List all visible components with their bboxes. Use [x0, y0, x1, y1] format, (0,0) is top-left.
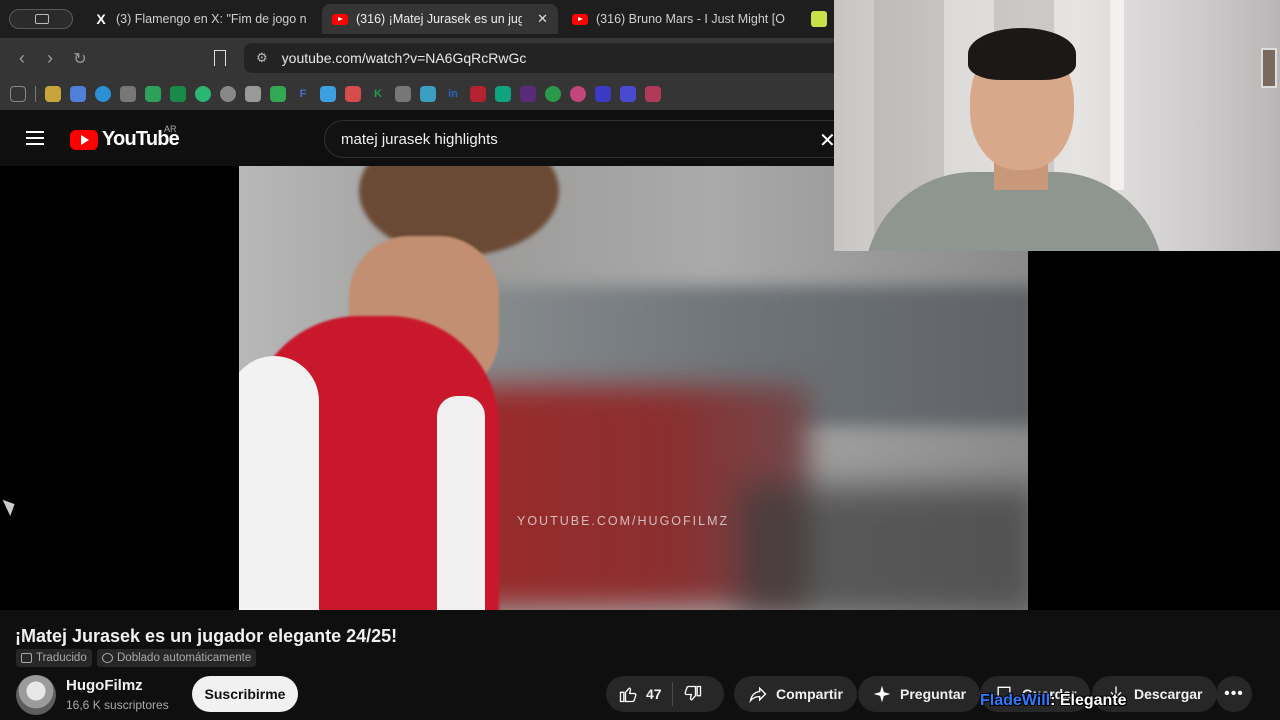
x-icon: X — [96, 11, 106, 27]
tab-title: (3) Flamengo en X: "Fim de jogo n — [116, 12, 307, 26]
tab-title: (316) Bruno Mars - I Just Might [O — [596, 12, 785, 26]
youtube-play-icon — [70, 129, 98, 150]
bookmark-yellow-icon[interactable] — [45, 86, 61, 102]
ask-button[interactable]: Preguntar — [858, 676, 981, 712]
like-dislike-group: 47 — [606, 676, 724, 712]
channel-name[interactable]: HugoFilmz — [66, 677, 143, 694]
close-tab-icon[interactable]: ✕ — [537, 11, 548, 27]
screen: X (3) Flamengo en X: "Fim de jogo n (316… — [0, 0, 1280, 720]
apps-grid-icon[interactable] — [10, 86, 26, 102]
country-code: AR — [164, 124, 177, 134]
stream-chat-overlay: FladeWill: Elegante — [980, 692, 1127, 710]
search-query: matej jurasek highlights — [341, 130, 498, 148]
openai-icon[interactable] — [120, 86, 136, 102]
blue-sq-icon[interactable] — [620, 86, 636, 102]
gear-icon[interactable] — [245, 86, 261, 102]
linkedin-icon[interactable]: in — [445, 86, 461, 102]
f-icon[interactable]: F — [295, 86, 311, 102]
sparkle-icon — [873, 685, 891, 703]
thumbs-up-icon — [619, 687, 637, 703]
url-text: youtube.com/watch?v=NA6GqRcRwGc — [281, 50, 527, 66]
tab-flamengo[interactable]: X (3) Flamengo en X: "Fim de jogo n — [84, 4, 320, 34]
url-field[interactable]: ⚙ youtube.com/watch?v=NA6GqRcRwGc — [244, 43, 844, 73]
video-title: ¡Matej Jurasek es un jugador elegante 24… — [15, 626, 398, 646]
pink-dot-icon[interactable] — [570, 86, 586, 102]
bookmark-icon[interactable] — [214, 50, 226, 66]
edge-icon[interactable] — [95, 86, 111, 102]
bookmark-separator — [35, 86, 36, 102]
extension-icon[interactable] — [811, 11, 827, 27]
subscribe-button[interactable]: Suscribirme — [192, 676, 298, 712]
tab-title: (316) ¡Matej Jurasek es un jug — [356, 12, 522, 26]
window-icon — [35, 14, 49, 24]
more-horizontal-icon: ••• — [1224, 685, 1244, 702]
translate-icon — [21, 653, 32, 663]
forward-arrow-icon[interactable]: › — [40, 48, 60, 69]
chip-label: Doblado automáticamente — [117, 652, 252, 664]
like-count: 47 — [646, 686, 662, 702]
share-label: Compartir — [776, 686, 843, 702]
share-button[interactable]: Compartir — [734, 676, 857, 712]
youtube-icon — [572, 13, 588, 25]
dots-icon[interactable] — [220, 86, 236, 102]
flag-icon[interactable] — [595, 86, 611, 102]
dubbed-icon — [102, 653, 113, 663]
more-actions-button[interactable]: ••• — [1216, 676, 1252, 712]
trend-icon[interactable] — [645, 86, 661, 102]
back-arrow-icon[interactable]: ‹ — [12, 48, 32, 69]
chatgpt-icon[interactable] — [495, 86, 511, 102]
chat-username: FladeWill — [980, 692, 1051, 709]
drive-icon[interactable] — [145, 86, 161, 102]
search-input[interactable]: matej jurasek highlights — [324, 120, 844, 158]
tab-bruno-mars[interactable]: (316) Bruno Mars - I Just Might [O — [562, 4, 798, 34]
ask-label: Preguntar — [900, 686, 967, 702]
dubbed-chip: Doblado automáticamente — [97, 649, 257, 667]
share-icon — [749, 686, 767, 704]
download-label: Descargar — [1134, 686, 1203, 702]
menu-icon[interactable] — [26, 131, 44, 145]
translated-chip: Traducido — [16, 649, 92, 667]
dash-icon[interactable] — [420, 86, 436, 102]
meet-icon[interactable] — [170, 86, 186, 102]
youtube-icon — [332, 13, 348, 25]
k-icon[interactable]: K — [370, 86, 386, 102]
like-button[interactable]: 47 — [618, 684, 662, 704]
sheets-icon[interactable] — [270, 86, 286, 102]
subscriber-count: 16,6 K suscriptores — [66, 698, 169, 712]
circle-green-icon[interactable] — [195, 86, 211, 102]
openai-icon[interactable] — [395, 86, 411, 102]
channel-avatar[interactable] — [16, 675, 56, 715]
tab-overview-button[interactable] — [9, 9, 73, 29]
reload-icon[interactable]: ↻ — [70, 49, 90, 69]
webcam-overlay — [834, 0, 1280, 251]
video-watermark: YOUTUBE.COM/HUGOFILMZ — [517, 514, 730, 528]
tab-matej-jurasek[interactable]: (316) ¡Matej Jurasek es un jug ✕ — [322, 4, 558, 34]
calendar-icon[interactable] — [70, 86, 86, 102]
purple-icon[interactable] — [520, 86, 536, 102]
chip-label: Traducido — [36, 652, 87, 664]
site-settings-icon[interactable]: ⚙ — [256, 50, 268, 66]
green-ball-icon[interactable] — [545, 86, 561, 102]
chat-message: : Elegante — [1050, 692, 1127, 709]
diamond-icon[interactable] — [320, 86, 336, 102]
gmail-icon[interactable] — [345, 86, 361, 102]
video-info: ¡Matej Jurasek es un jugador elegante 24… — [0, 610, 1280, 720]
red-icon[interactable] — [470, 86, 486, 102]
thumbs-down-icon[interactable] — [683, 684, 703, 704]
youtube-logo[interactable]: YouTube — [70, 128, 180, 151]
